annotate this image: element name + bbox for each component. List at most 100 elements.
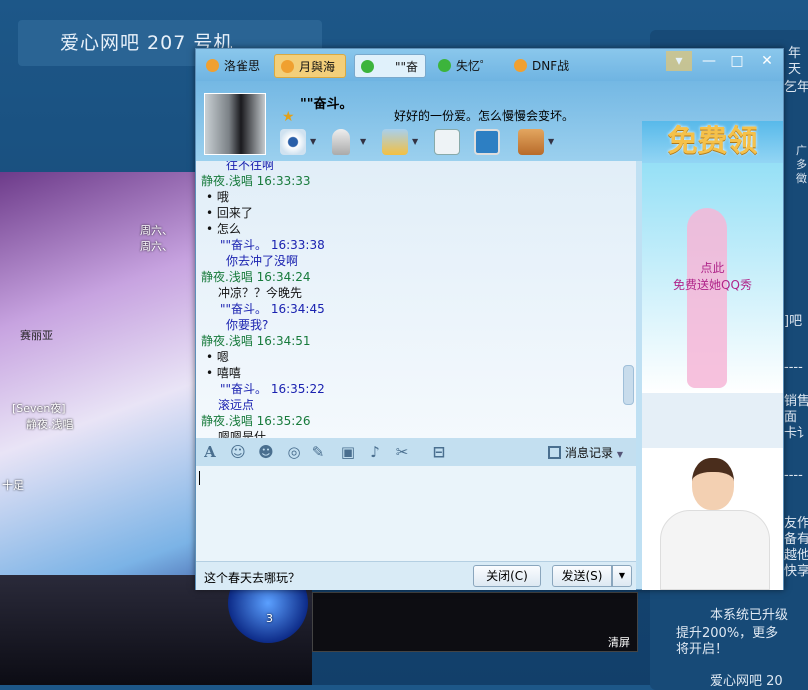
notice-text: 本系统已升级 xyxy=(710,608,789,623)
tab-contact[interactable]: 月與海 xyxy=(274,54,346,78)
npc-name: 赛丽亚 xyxy=(20,329,53,342)
close-window-button[interactable]: ✕ xyxy=(754,51,780,71)
shake-icon[interactable]: ◎ xyxy=(285,443,303,461)
chat-tabs: 洛雀思 月與海 ""奋 失忆゜ DNF战 ▾ — □ ✕ xyxy=(196,49,783,81)
user-icon xyxy=(514,59,527,72)
message-input[interactable] xyxy=(196,466,636,561)
ad-panel: 点此 免费送她QQ秀 xyxy=(642,163,783,590)
info-text: ---- xyxy=(784,468,803,483)
qq-show-avatar-body xyxy=(660,510,770,590)
chevron-down-icon[interactable]: ▼ xyxy=(310,137,316,146)
message-history[interactable]: 往不往啊 静夜.浅唱 16:33:33 • 哦 • 回来了 • 怎么 ""奋斗。 16:3… xyxy=(196,161,636,438)
chat-message-line: ""奋斗。 16:34:45 xyxy=(220,302,325,316)
magic-emoji-icon[interactable]: ☻ xyxy=(257,443,275,461)
chat-message-line: • 回来了 xyxy=(206,206,253,220)
tip-link[interactable]: 这个春天去哪玩？ xyxy=(204,569,300,586)
page-number: 3 xyxy=(266,612,273,625)
tab-label: 失忆゜ xyxy=(456,59,493,73)
webcam-icon[interactable] xyxy=(280,129,306,155)
ad-line: 点此 xyxy=(700,261,725,275)
tab-contact[interactable]: 失忆゜ xyxy=(432,54,498,78)
tab-contact[interactable]: DNF战 xyxy=(508,54,578,78)
chat-message-line: 静夜.浅唱 16:33:33 xyxy=(201,174,311,188)
chat-message-line: ""奋斗。 16:33:38 xyxy=(220,238,325,252)
font-icon[interactable]: A xyxy=(201,443,219,461)
maximize-button[interactable]: □ xyxy=(724,51,750,71)
doodle-icon[interactable]: ✎ xyxy=(309,443,327,461)
star-icon[interactable]: ★ xyxy=(282,109,295,125)
game-chat-log xyxy=(312,592,638,652)
chat-message-line: • 怎么 xyxy=(206,222,241,236)
tab-label: ""奋 xyxy=(395,60,419,74)
player-guild: [Seven夜] xyxy=(12,402,66,415)
emoji-icon[interactable]: ☺ xyxy=(229,443,247,461)
send-button[interactable]: 发送(S) xyxy=(552,565,612,587)
tab-contact[interactable]: ""奋 xyxy=(354,54,426,78)
game-label: 周六、 xyxy=(140,240,173,253)
chat-message-line: 静夜.浅唱 16:35:26 xyxy=(201,414,311,428)
contact-avatar[interactable] xyxy=(204,93,266,155)
screenshot-scissors-icon[interactable]: ✂ xyxy=(393,443,411,461)
chevron-down-icon[interactable]: ▼ xyxy=(412,137,418,146)
info-text: 徵 xyxy=(796,172,807,185)
microphone-icon[interactable] xyxy=(332,129,350,155)
tab-label: DNF战 xyxy=(532,59,570,73)
chat-message-line: 嗯嗯是什 xyxy=(218,430,267,438)
message-add-icon[interactable] xyxy=(434,129,460,155)
chat-message-line: 滚远点 xyxy=(218,398,255,412)
bottom-bar: 这个春天去哪玩？ 关闭(C) 发送(S) ▼ xyxy=(196,561,636,590)
online-check-icon xyxy=(361,60,374,73)
chat-message-line: 你去冲了没啊 xyxy=(226,254,299,268)
image-icon[interactable]: ▣ xyxy=(339,443,357,461)
user-icon xyxy=(206,59,219,72)
minimize-button[interactable]: — xyxy=(696,51,722,71)
chat-message-line: • 嗯 xyxy=(206,350,229,364)
music-icon[interactable]: ♪ xyxy=(366,443,384,461)
qq-show-ad[interactable]: 点此 免费送她QQ秀 xyxy=(642,163,783,393)
message-history-button[interactable]: 消息记录 ▼ xyxy=(548,444,623,461)
info-text: 卡讠 xyxy=(784,426,808,441)
info-text: 乞年 xyxy=(784,80,808,95)
tab-contact[interactable]: 洛雀思 xyxy=(200,54,266,78)
online-check-icon xyxy=(438,59,451,72)
menu-dropdown-button[interactable]: ▾ xyxy=(666,51,692,71)
info-text: 快享 xyxy=(784,564,808,579)
text-caret xyxy=(199,471,200,485)
qq-chat-window: 洛雀思 月與海 ""奋 失忆゜ DNF战 ▾ — □ ✕ ★ ""奋斗。 好好的… xyxy=(195,48,784,590)
chat-message-line: 静夜.浅唱 16:34:24 xyxy=(201,270,311,284)
footer-text: 爱心网吧 20 xyxy=(710,674,783,689)
tab-label: 洛雀思 xyxy=(224,59,261,73)
info-text: ]吧 xyxy=(784,314,803,329)
history-label: 消息记录 xyxy=(565,446,614,460)
player-name: 静夜.浅唱 xyxy=(26,418,74,431)
input-toolbar: A ☺ ☻ ◎ ✎ ▣ ♪ ✂ ⊟ 消息记录 ▼ xyxy=(196,438,636,466)
info-text: 天 xyxy=(788,62,802,77)
toolbox-icon[interactable]: ⊟ xyxy=(430,443,448,461)
app-box-icon[interactable] xyxy=(518,129,544,155)
chat-message-line: 冲凉？？今晚先 xyxy=(218,286,303,300)
notice-text: 将开启！ xyxy=(676,642,729,657)
avatar-silhouette xyxy=(687,208,727,388)
ad-spacer xyxy=(642,393,783,448)
contact-signature: 好好的一份爱。怎么慢慢会变坏。 xyxy=(394,109,575,123)
remote-assist-icon[interactable] xyxy=(474,129,500,155)
tab-label: 月與海 xyxy=(299,60,336,74)
clear-screen-button[interactable]: 清屏 xyxy=(608,634,630,650)
game-label: 周六、 xyxy=(140,224,173,237)
chevron-down-icon[interactable]: ▼ xyxy=(548,137,554,146)
scrollbar-thumb[interactable] xyxy=(623,365,634,405)
qq-show-avatar-head xyxy=(692,458,734,510)
chevron-down-icon[interactable]: ▼ xyxy=(360,137,366,146)
my-qq-show[interactable] xyxy=(642,448,783,590)
clock-icon xyxy=(548,446,561,459)
chevron-down-icon: ▼ xyxy=(616,450,623,459)
user-icon xyxy=(281,60,294,73)
ad-banner[interactable]: 免费领 xyxy=(642,121,783,163)
send-options-chevron-icon[interactable]: ▼ xyxy=(612,565,632,587)
chat-message-line: 静夜.浅唱 16:34:51 xyxy=(201,334,311,348)
chat-message-line: 你要我? xyxy=(226,318,269,332)
chat-message-line: • 哦 xyxy=(206,190,229,204)
file-transfer-icon[interactable] xyxy=(382,129,408,155)
info-text: ---- xyxy=(784,360,803,375)
close-button[interactable]: 关闭(C) xyxy=(473,565,541,587)
